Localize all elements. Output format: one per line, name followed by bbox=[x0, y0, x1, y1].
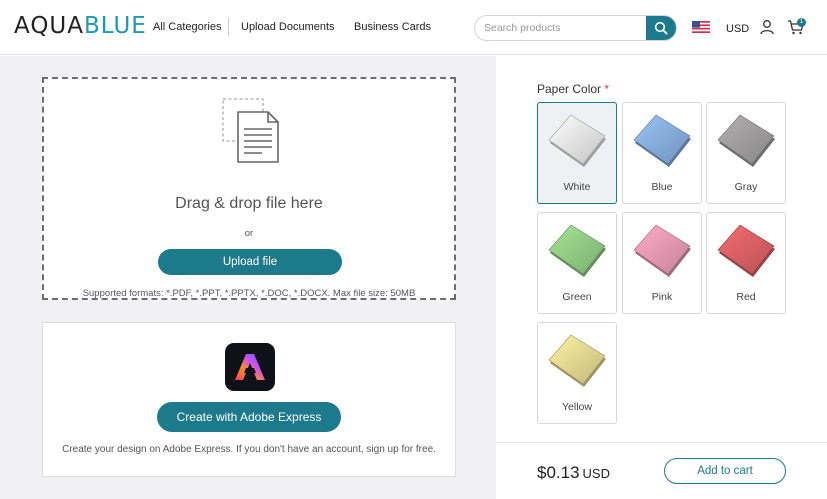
paper-sheet-icon bbox=[633, 114, 691, 167]
nav-business-cards[interactable]: Business Cards bbox=[354, 21, 431, 33]
logo-part-aqua: AQUA bbox=[14, 13, 85, 39]
cart-count-badge: 1 bbox=[797, 18, 806, 27]
paper-color-swatch-green[interactable]: Green bbox=[537, 212, 617, 314]
nav-all-categories[interactable]: All Categories bbox=[153, 21, 221, 33]
paper-color-swatch-red[interactable]: Red bbox=[706, 212, 786, 314]
currency-selector[interactable]: USD bbox=[726, 23, 749, 35]
paper-sheet-icon bbox=[548, 224, 606, 277]
upload-panel: Drag & drop file here or Upload file Sup… bbox=[0, 56, 496, 499]
user-icon[interactable] bbox=[759, 19, 775, 35]
dropzone-or-text: or bbox=[244, 228, 254, 239]
adobe-express-note: Create your design on Adobe Express. If … bbox=[62, 444, 436, 455]
paper-sheet-icon bbox=[717, 114, 775, 167]
paper-color-name: Green bbox=[562, 291, 592, 303]
nav-upload-documents[interactable]: Upload Documents bbox=[241, 21, 335, 33]
logo-part-blue: BLUE bbox=[84, 13, 147, 39]
paper-color-swatch-white[interactable]: White bbox=[537, 102, 617, 204]
required-mark: * bbox=[604, 82, 610, 96]
search-box bbox=[474, 15, 677, 41]
price-currency: USD bbox=[582, 466, 610, 481]
cart-footer: $0.13 USD Add to cart bbox=[496, 442, 827, 499]
paper-color-swatch-gray[interactable]: Gray bbox=[706, 102, 786, 204]
paper-color-swatch-blue[interactable]: Blue bbox=[622, 102, 702, 204]
nav-divider bbox=[228, 18, 229, 36]
paper-sheet-icon bbox=[633, 224, 691, 277]
paper-color-name: Blue bbox=[651, 181, 673, 193]
price-value: $0.13 bbox=[537, 463, 580, 482]
logo[interactable]: AQUABLUE bbox=[14, 13, 147, 39]
paper-color-name: White bbox=[563, 181, 591, 193]
dropzone-title: Drag & drop file here bbox=[175, 195, 323, 212]
upload-file-button[interactable]: Upload file bbox=[158, 249, 342, 275]
create-with-adobe-express-button[interactable]: Create with Adobe Express bbox=[157, 402, 341, 432]
header: AQUABLUE All Categories Upload Documents… bbox=[0, 0, 827, 55]
price-display: $0.13 USD bbox=[537, 463, 610, 483]
paper-color-name: Yellow bbox=[562, 401, 592, 413]
paper-color-swatch-pink[interactable]: Pink bbox=[622, 212, 702, 314]
search-icon bbox=[654, 21, 668, 35]
paper-color-name: Gray bbox=[734, 181, 758, 193]
paper-sheet-icon bbox=[717, 224, 775, 277]
paper-color-label: Paper Color * bbox=[537, 82, 609, 96]
us-flag-icon[interactable] bbox=[692, 21, 710, 33]
paper-sheet-icon bbox=[548, 114, 606, 167]
adobe-express-card: Create with Adobe Express Create your de… bbox=[42, 322, 456, 477]
add-to-cart-button[interactable]: Add to cart bbox=[664, 458, 786, 484]
search-input[interactable] bbox=[475, 16, 647, 40]
file-dropzone[interactable]: Drag & drop file here or Upload file Sup… bbox=[42, 77, 456, 300]
paper-color-label-text: Paper Color bbox=[537, 82, 602, 96]
search-button[interactable] bbox=[646, 16, 676, 40]
options-panel: Paper Color * White Blue Gray Green Pink Red Y… bbox=[496, 56, 827, 499]
supported-formats-text: Supported formats: *.PDF, *.PPT, *.PPTX,… bbox=[82, 288, 416, 299]
paper-color-name: Pink bbox=[651, 291, 673, 303]
paper-color-name: Red bbox=[736, 291, 756, 303]
adobe-express-logo-icon bbox=[225, 343, 275, 391]
document-icon bbox=[222, 98, 279, 163]
paper-sheet-icon bbox=[548, 334, 606, 387]
paper-color-swatch-yellow[interactable]: Yellow bbox=[537, 322, 617, 424]
